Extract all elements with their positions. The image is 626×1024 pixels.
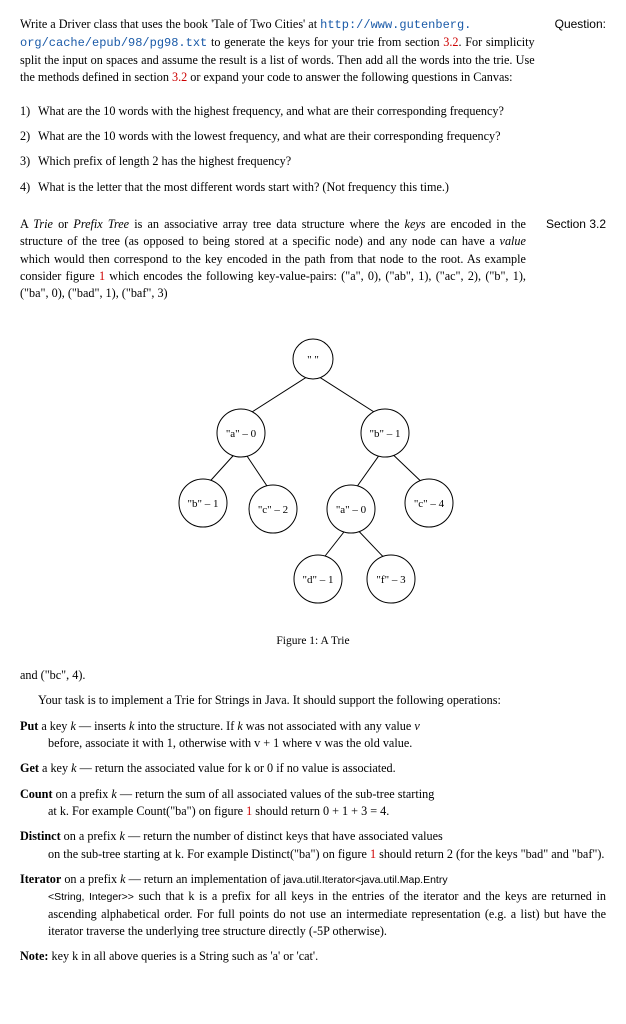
- after-figure-line: and ("bc", 4).: [20, 667, 606, 684]
- section-ref: 3.2: [443, 35, 458, 49]
- op-iterator: Iterator on a prefix k — return an imple…: [20, 871, 606, 940]
- op-text: into the structure. If: [134, 719, 237, 733]
- op-text: should return 2 (for the keys "bad" and …: [376, 847, 604, 861]
- intro-text-b: to generate the keys for your trie from …: [207, 35, 443, 49]
- op-text: was not associated with any value: [243, 719, 415, 733]
- term-value: value: [500, 234, 526, 248]
- node-bc: "c" – 4: [414, 498, 445, 510]
- intro-paragraph: Write a Driver class that uses the book …: [20, 16, 535, 87]
- trie-svg: " " "a" – 0 "b" – 1 "b" – 1 "c" – 2 "a" …: [133, 335, 493, 625]
- op-body: <String, Integer>> such that k is a pref…: [20, 888, 606, 940]
- op-text: on a prefix: [61, 829, 120, 843]
- node-bad: "d" – 1: [303, 574, 334, 586]
- op-head: Get: [20, 761, 39, 775]
- op-text: a key: [38, 719, 70, 733]
- op-head: Count: [20, 787, 53, 801]
- op-text: on the sub-tree starting at k. For examp…: [48, 847, 370, 861]
- node-baf: "f" – 3: [376, 574, 406, 586]
- section-text: is an associative array tree data struct…: [129, 217, 404, 231]
- question-number: 1): [20, 103, 38, 120]
- op-text: at k. For example Count("ba") on figure: [48, 804, 246, 818]
- intro-text-d: or expand your code to answer the follow…: [187, 70, 512, 84]
- question-item: 4)What is the letter that the most diffe…: [20, 179, 606, 196]
- op-text: — return an implementation of: [126, 872, 284, 886]
- op-put: Put a key k — inserts k into the structu…: [20, 718, 606, 753]
- question-list: 1)What are the 10 words with the highest…: [20, 103, 606, 196]
- node-root: " ": [307, 354, 319, 366]
- question-text: What is the letter that the most differe…: [38, 179, 606, 196]
- url-link-part1[interactable]: http://www.gutenberg.: [320, 18, 471, 32]
- section-text: or: [53, 217, 73, 231]
- note-body: key k in all above queries is a String s…: [48, 949, 318, 963]
- task-paragraph: Your task is to implement a Trie for Str…: [20, 692, 606, 709]
- op-text: — return the sum of all associated value…: [117, 787, 434, 801]
- question-item: 3)Which prefix of length 2 has the highe…: [20, 153, 606, 170]
- op-text: a key: [39, 761, 71, 775]
- node-b: "b" – 1: [370, 428, 401, 440]
- term-trie: Trie: [33, 217, 53, 231]
- op-head: Put: [20, 719, 38, 733]
- op-text: on a prefix: [61, 872, 120, 886]
- op-text: — return the number of distinct keys tha…: [125, 829, 443, 843]
- op-text: should return 0 + 1 + 3 = 4.: [252, 804, 389, 818]
- op-get: Get a key k — return the associated valu…: [20, 760, 606, 777]
- question-text: What are the 10 words with the highest f…: [38, 103, 606, 120]
- figure-caption: Figure 1: A Trie: [20, 633, 606, 649]
- op-head: Distinct: [20, 829, 61, 843]
- term-keys: keys: [405, 217, 426, 231]
- node-a: "a" – 0: [226, 428, 257, 440]
- op-text: — inserts: [76, 719, 129, 733]
- java-class: java.util.Iterator<java.util.Map.Entry: [283, 874, 447, 886]
- node-ac: "c" – 2: [258, 504, 288, 516]
- question-text: What are the 10 words with the lowest fr…: [38, 128, 606, 145]
- question-text: Which prefix of length 2 has the highest…: [38, 153, 606, 170]
- question-item: 1)What are the 10 words with the highest…: [20, 103, 606, 120]
- intro-text: Write a Driver class that uses the book …: [20, 17, 320, 31]
- note-head: Note:: [20, 949, 48, 963]
- op-body: at k. For example Count("ba") on figure …: [20, 803, 606, 820]
- op-var: v: [414, 719, 419, 733]
- node-ba: "a" – 0: [336, 504, 367, 516]
- op-text: — return the associated value for k or 0…: [77, 761, 396, 775]
- op-count: Count on a prefix k — return the sum of …: [20, 786, 606, 821]
- question-number: 4): [20, 179, 38, 196]
- question-number: 3): [20, 153, 38, 170]
- section-paragraph: A Trie or Prefix Tree is an associative …: [20, 216, 526, 303]
- operations-list: Put a key k — inserts k into the structu…: [20, 718, 606, 966]
- url-link-part2[interactable]: org/cache/epub/98/pg98.txt: [20, 36, 207, 50]
- op-head: Iterator: [20, 872, 61, 886]
- op-body: on the sub-tree starting at k. For examp…: [20, 846, 606, 863]
- question-number: 2): [20, 128, 38, 145]
- question-label: Question:: [555, 16, 606, 33]
- section-ref-2: 3.2: [172, 70, 187, 84]
- section-text: A: [20, 217, 33, 231]
- op-text: on a prefix: [53, 787, 112, 801]
- trie-figure: " " "a" – 0 "b" – 1 "b" – 1 "c" – 2 "a" …: [20, 335, 606, 649]
- term-prefix-tree: Prefix Tree: [73, 217, 129, 231]
- node-ab: "b" – 1: [188, 498, 219, 510]
- op-distinct: Distinct on a prefix k — return the numb…: [20, 828, 606, 863]
- java-class: <String, Integer>>: [48, 891, 134, 903]
- question-item: 2)What are the 10 words with the lowest …: [20, 128, 606, 145]
- op-note: Note: key k in all above queries is a St…: [20, 948, 606, 965]
- section-label: Section 3.2: [546, 216, 606, 233]
- op-body: before, associate it with 1, otherwise w…: [20, 735, 606, 752]
